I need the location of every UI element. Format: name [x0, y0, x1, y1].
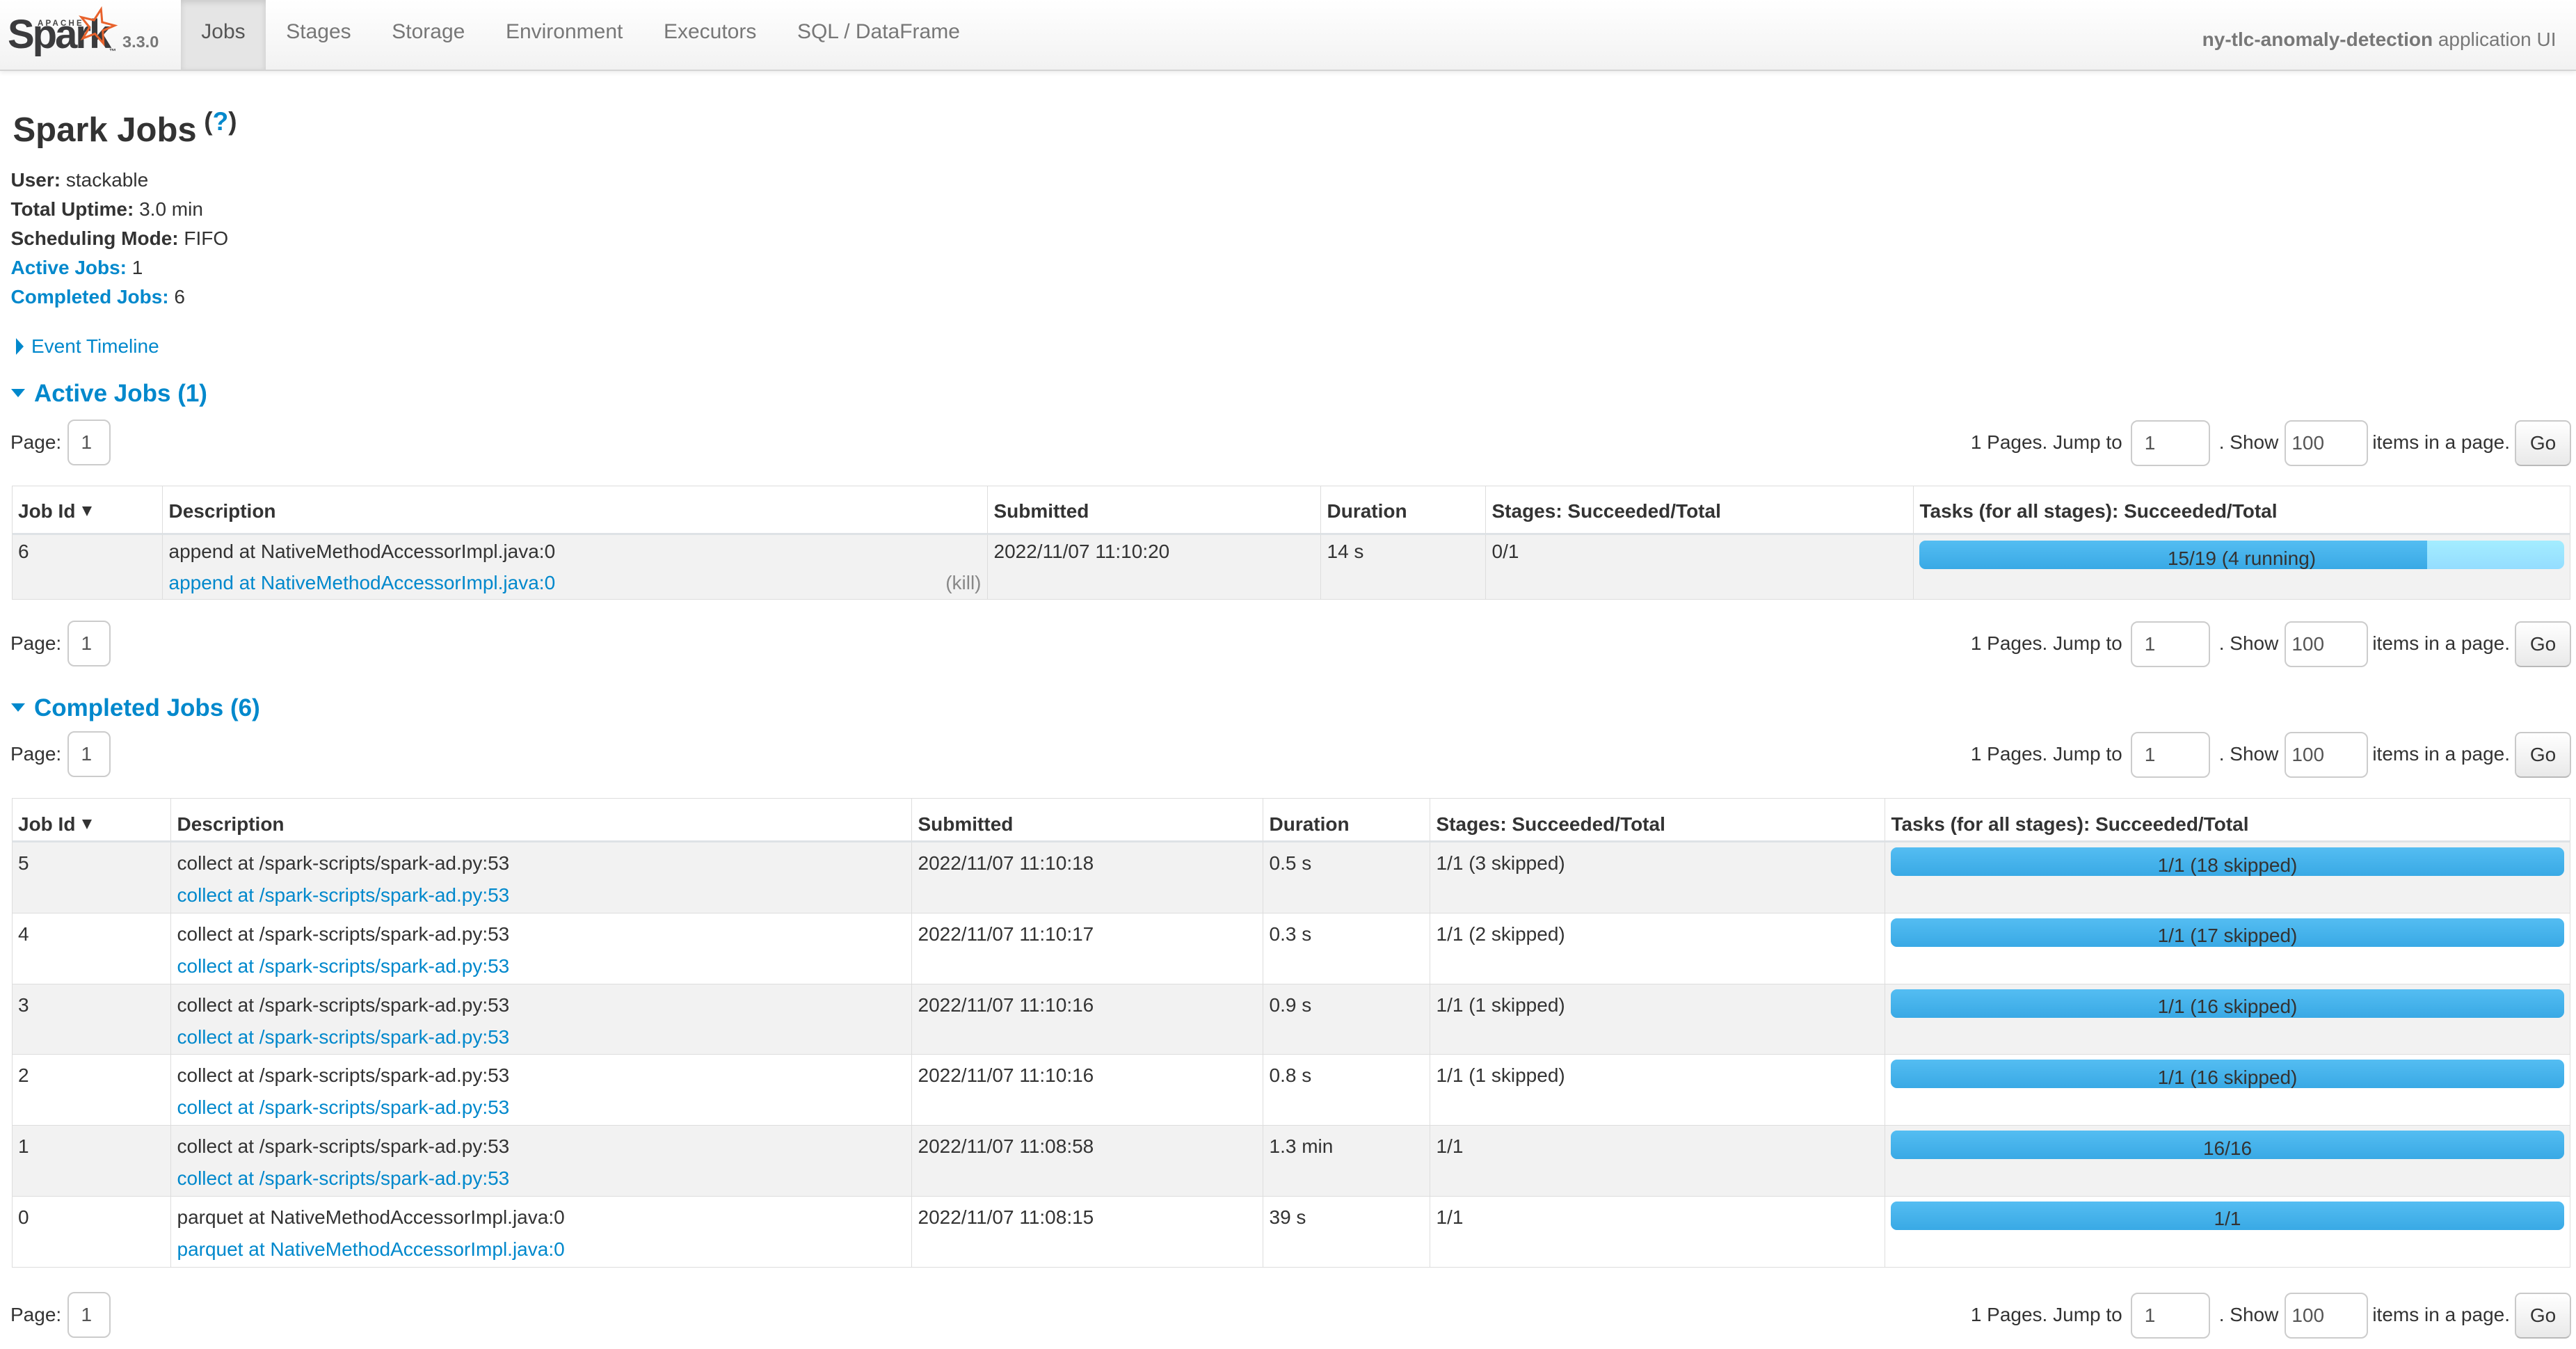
svg-text:™: ™: [109, 48, 116, 56]
